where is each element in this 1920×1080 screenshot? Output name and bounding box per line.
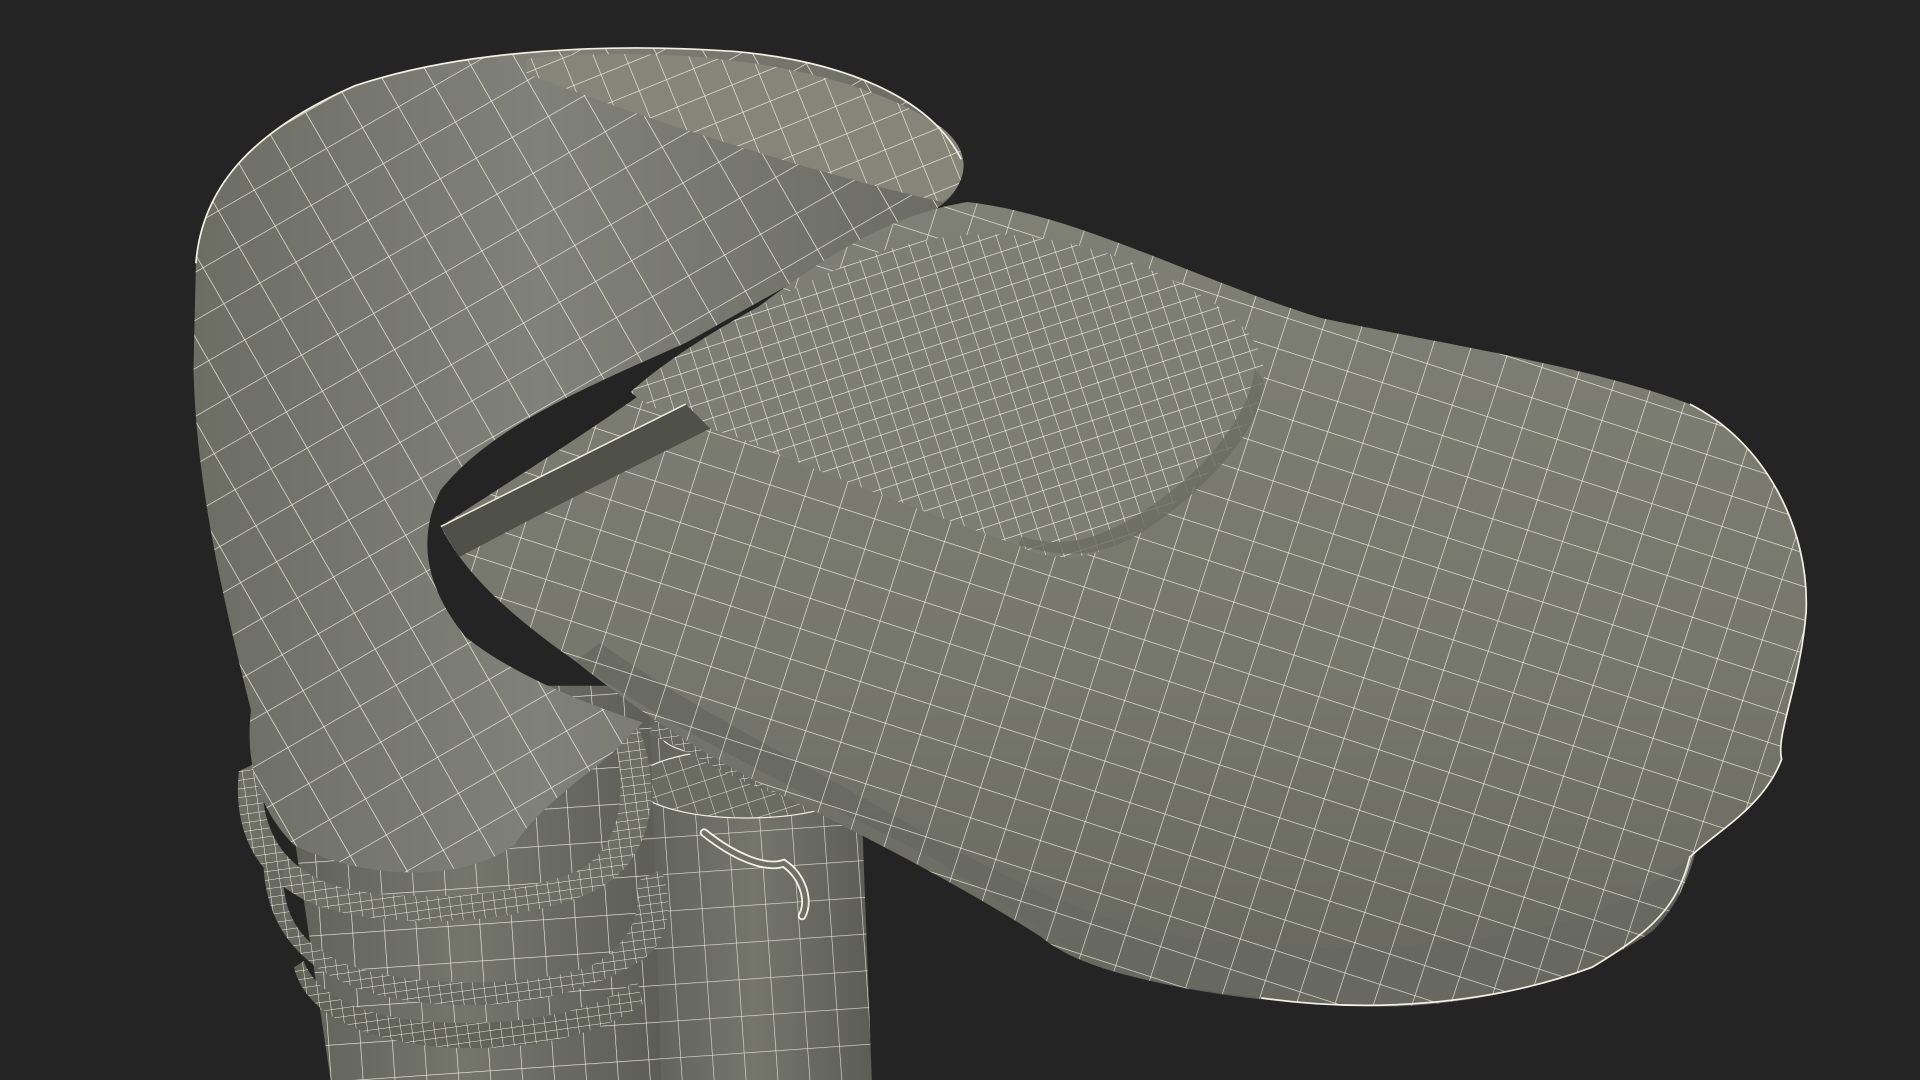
wireframe-model-render [193,47,1808,1080]
render-viewport [0,0,1920,1080]
